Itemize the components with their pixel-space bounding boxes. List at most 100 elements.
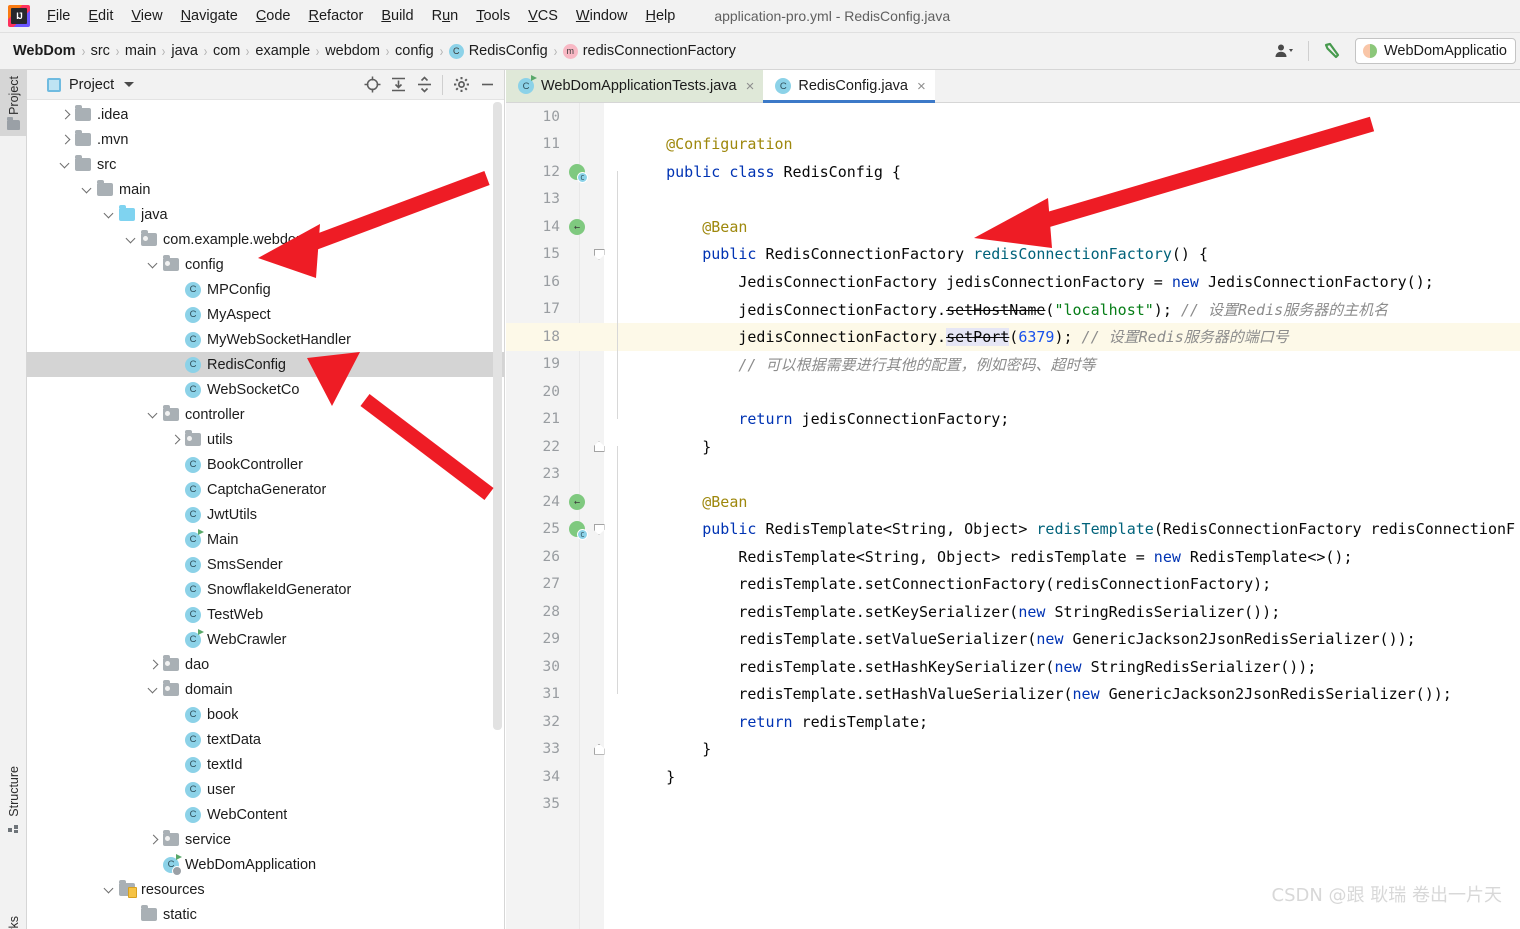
tree-node-controller[interactable]: controller	[27, 402, 504, 427]
tree-node-redisconfig[interactable]: C RedisConfig	[27, 352, 504, 377]
tree-node-textid[interactable]: CtextId	[27, 752, 504, 777]
tree-node-captchagenerator[interactable]: C CaptchaGenerator	[27, 477, 504, 502]
tree-node-textdata[interactable]: CtextData	[27, 727, 504, 752]
breadcrumb-item-webdom[interactable]: webdom	[322, 43, 383, 59]
code-line[interactable]: 25 C public RedisTemplate<String, Object>…	[506, 516, 1520, 544]
tree-node-snowflakeidgenerator[interactable]: C SnowflakeIdGenerator	[27, 577, 504, 602]
editor-tab-redisconfig-java[interactable]: C RedisConfig.java ×	[763, 70, 936, 103]
spring-bean-icon[interactable]: C	[566, 521, 588, 541]
code-line[interactable]: 32 return redisTemplate;	[506, 708, 1520, 736]
menu-item-file[interactable]: File	[38, 5, 79, 27]
breadcrumb-item-java[interactable]: java	[168, 43, 201, 59]
gear-icon[interactable]	[450, 74, 472, 96]
chevron-open-icon[interactable]	[59, 158, 73, 172]
bean-icon[interactable]	[566, 493, 588, 510]
tree-node-webcontent[interactable]: C WebContent	[27, 802, 504, 827]
menu-item-vcs[interactable]: VCS	[519, 5, 567, 27]
chevron-open-icon[interactable]	[125, 233, 139, 247]
breadcrumb-item-redisconfig[interactable]: C RedisConfig	[446, 43, 551, 59]
build-hammer-icon[interactable]	[1319, 39, 1345, 63]
stripe-button-project[interactable]: Project	[0, 70, 27, 136]
chevron-closed-icon[interactable]	[169, 433, 183, 447]
code-line[interactable]: 12 C public class RedisConfig {	[506, 158, 1520, 186]
breadcrumb-item-com[interactable]: com	[210, 43, 243, 59]
code-line[interactable]: 29 redisTemplate.setValueSerializer(new …	[506, 626, 1520, 654]
menu-item-build[interactable]: Build	[372, 5, 422, 27]
code-line[interactable]: 17 jedisConnectionFactory.setHostName("l…	[506, 296, 1520, 324]
collapse-all-icon[interactable]	[413, 74, 435, 96]
fold-marker-icon[interactable]	[588, 248, 610, 260]
tree-node--idea[interactable]: .idea	[27, 102, 504, 127]
chevron-down-icon[interactable]	[124, 82, 135, 87]
menu-item-help[interactable]: Help	[636, 5, 684, 27]
code-line[interactable]: 18 jedisConnectionFactory.setPort(6379);…	[506, 323, 1520, 351]
fold-marker-icon[interactable]	[588, 743, 610, 755]
code-line[interactable]: 23	[506, 461, 1520, 489]
tree-node-java[interactable]: java	[27, 202, 504, 227]
tree-node-book[interactable]: Cbook	[27, 702, 504, 727]
tree-node-websocketco[interactable]: C WebSocketCo	[27, 377, 504, 402]
code-lines[interactable]: 10 11 @Configuration 12 C public class Redi…	[506, 103, 1520, 929]
menu-item-edit[interactable]: Edit	[79, 5, 122, 27]
code-editor[interactable]: 10 11 @Configuration 12 C public class Redi…	[506, 103, 1520, 929]
code-line[interactable]: 20	[506, 378, 1520, 406]
menu-item-refactor[interactable]: Refactor	[300, 5, 373, 27]
tree-node-user[interactable]: Cuser	[27, 777, 504, 802]
menu-item-navigate[interactable]: Navigate	[172, 5, 247, 27]
code-line[interactable]: 35	[506, 791, 1520, 819]
close-icon[interactable]: ×	[917, 79, 926, 94]
tree-node-domain[interactable]: domain	[27, 677, 504, 702]
code-line[interactable]: 33 }	[506, 736, 1520, 764]
tree-node-testweb[interactable]: C TestWeb	[27, 602, 504, 627]
chevron-open-icon[interactable]	[103, 883, 117, 897]
code-line[interactable]: 26 RedisTemplate<String, Object> redisTe…	[506, 543, 1520, 571]
chevron-open-icon[interactable]	[147, 258, 161, 272]
tree-node-mpconfig[interactable]: C MPConfig	[27, 277, 504, 302]
tree-node-main[interactable]: C Main	[27, 527, 504, 552]
breadcrumb-item-example[interactable]: example	[252, 43, 313, 59]
tree-node-mywebsockethandler[interactable]: C MyWebSocketHandler	[27, 327, 504, 352]
breadcrumb-item-config[interactable]: config	[392, 43, 437, 59]
tree-node-service[interactable]: service	[27, 827, 504, 852]
chevron-open-icon[interactable]	[147, 683, 161, 697]
spring-bean-icon[interactable]: C	[566, 163, 588, 183]
stripe-button-structure[interactable]: Structure	[0, 760, 27, 839]
chevron-open-icon[interactable]	[103, 208, 117, 222]
code-line[interactable]: 10	[506, 103, 1520, 131]
tree-node-myaspect[interactable]: C MyAspect	[27, 302, 504, 327]
chevron-open-icon[interactable]	[147, 408, 161, 422]
fold-marker-icon[interactable]	[588, 523, 610, 535]
code-line[interactable]: 22 }	[506, 433, 1520, 461]
code-line[interactable]: 24 @Bean	[506, 488, 1520, 516]
tree-node-main[interactable]: main	[27, 177, 504, 202]
chevron-closed-icon[interactable]	[147, 658, 161, 672]
tree-node-resources[interactable]: resources	[27, 877, 504, 902]
tree-node-jwtutils[interactable]: C JwtUtils	[27, 502, 504, 527]
chevron-closed-icon[interactable]	[147, 833, 161, 847]
tree-node-webcrawler[interactable]: C WebCrawler	[27, 627, 504, 652]
stripe-button-bookmarks[interactable]: Bookmarks	[0, 910, 27, 929]
code-line[interactable]: 15 public RedisConnectionFactory redisCo…	[506, 241, 1520, 269]
breadcrumb-item-redisconnectionfactory[interactable]: m redisConnectionFactory	[560, 43, 739, 59]
run-configuration-selector[interactable]: WebDomApplicatio	[1354, 38, 1516, 64]
project-tree-scrollbar[interactable]	[493, 102, 502, 730]
fold-marker-icon[interactable]	[588, 441, 610, 453]
tree-node-dao[interactable]: dao	[27, 652, 504, 677]
tree-node-smssender[interactable]: C SmsSender	[27, 552, 504, 577]
code-line[interactable]: 28 redisTemplate.setKeySerializer(new St…	[506, 598, 1520, 626]
tree-node-src[interactable]: src	[27, 152, 504, 177]
code-line[interactable]: 34 }	[506, 763, 1520, 791]
menu-item-run[interactable]: Run	[423, 5, 468, 27]
tree-node-utils[interactable]: utils	[27, 427, 504, 452]
tree-node-webdomapplication[interactable]: C WebDomApplication	[27, 852, 504, 877]
code-line[interactable]: 14 @Bean	[506, 213, 1520, 241]
tree-node--mvn[interactable]: .mvn	[27, 127, 504, 152]
tree-node-config[interactable]: config	[27, 252, 504, 277]
tree-node-static[interactable]: static	[27, 902, 504, 927]
project-tree[interactable]: .idea .mvn src main java com.example.webdom co…	[27, 100, 504, 929]
menu-item-window[interactable]: Window	[567, 5, 637, 27]
breadcrumb-item-src[interactable]: src	[88, 43, 113, 59]
menu-item-view[interactable]: View	[122, 5, 171, 27]
bean-icon[interactable]	[566, 218, 588, 235]
code-line[interactable]: 21 return jedisConnectionFactory;	[506, 406, 1520, 434]
